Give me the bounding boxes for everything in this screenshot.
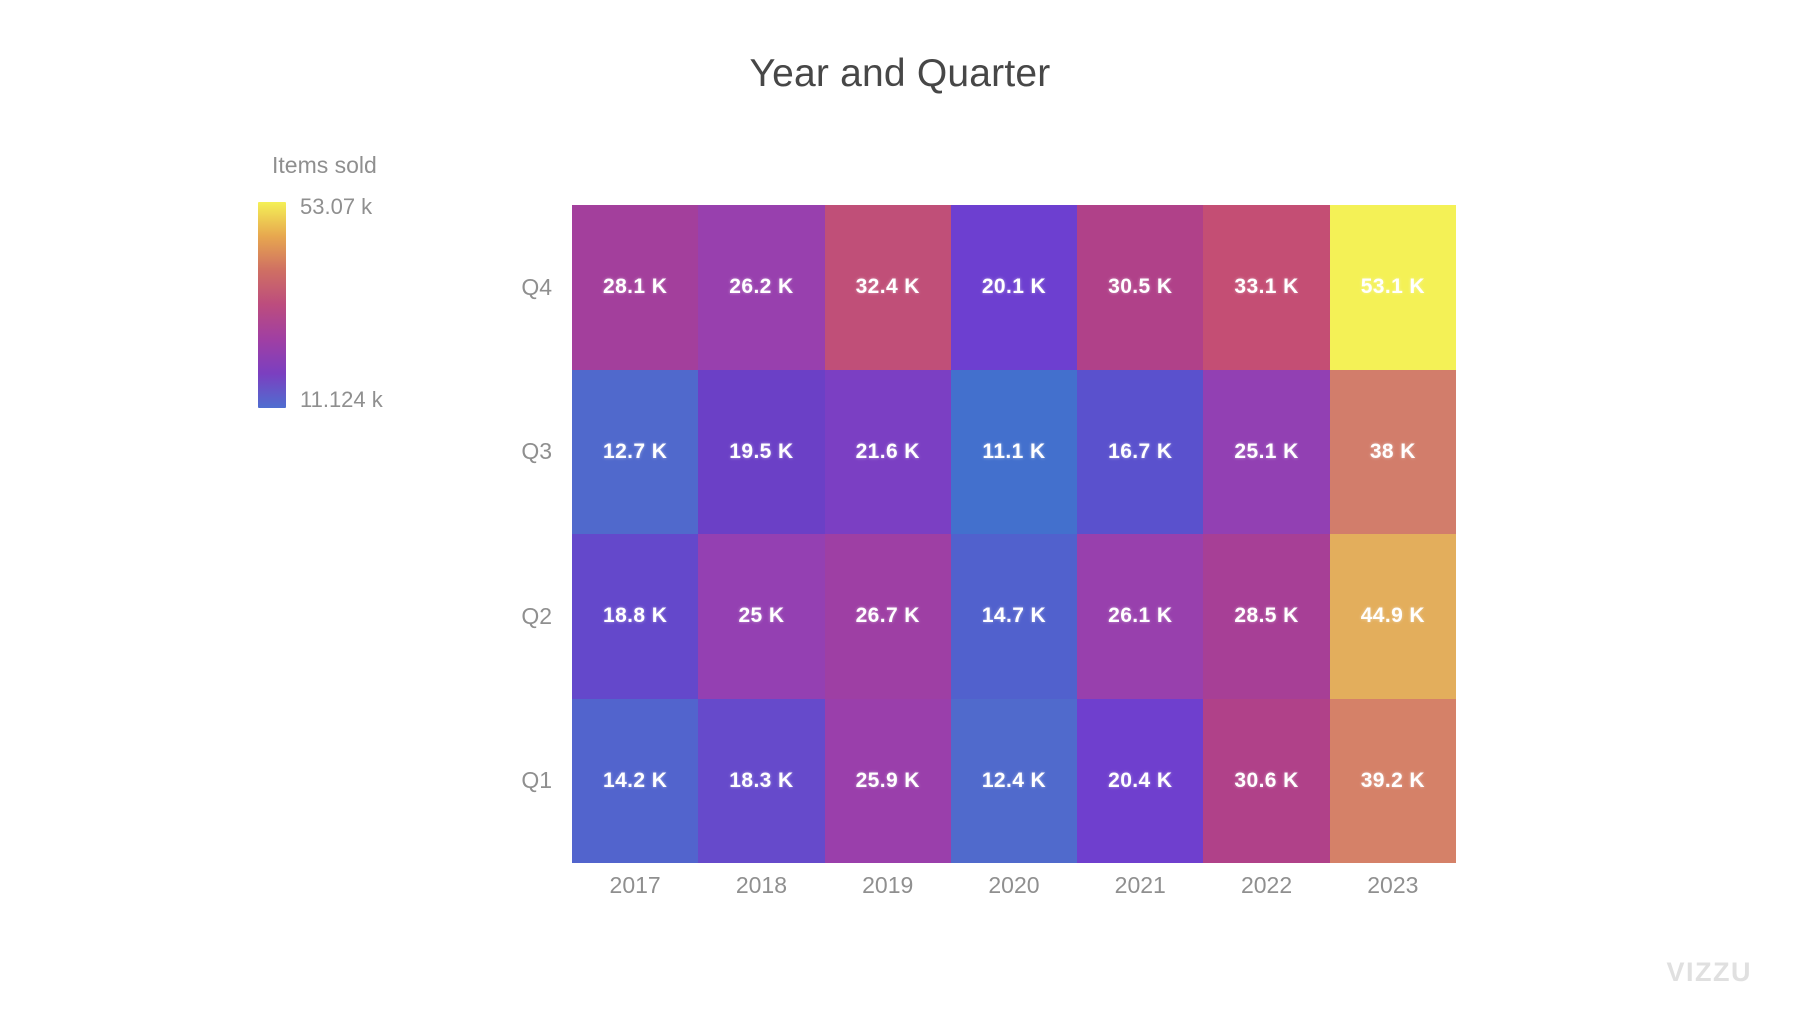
heatmap-cell[interactable]: 20.4 K (1077, 698, 1204, 863)
x-axis-tick: 2018 (735, 872, 787, 898)
heatmap-cell[interactable]: 30.6 K (1203, 698, 1330, 863)
heatmap-cell[interactable]: 33.1 K (1203, 205, 1330, 370)
heatmap-cell-label: 44.9 K (1360, 604, 1425, 628)
x-axis-tick: 2023 (1367, 872, 1419, 898)
vizzu-watermark: VIZZU (1666, 957, 1752, 987)
heatmap-cell-label: 12.7 K (603, 439, 668, 463)
heatmap-row: 12.7 K 19.5 K 21.6 K 11.1 K 16.7 K 25.1 K 38 K (572, 369, 1456, 534)
legend-gradient-bar (258, 202, 286, 408)
heatmap-cell-label: 26.7 K (855, 604, 920, 628)
heatmap-cell-label: 39.2 K (1360, 768, 1425, 792)
y-axis-tick: Q3 (521, 438, 552, 465)
heatmap-cell-label: 30.5 K (1108, 275, 1173, 299)
heatmap-cell[interactable]: 19.5 K (698, 369, 825, 534)
heatmap-cell-label: 25 K (738, 604, 785, 628)
heatmap-cell-label: 12.4 K (981, 768, 1047, 792)
heatmap-cell[interactable]: 30.5 K (1077, 205, 1204, 370)
heatmap-cell[interactable]: 26.7 K (824, 534, 951, 699)
heatmap-cell[interactable]: 12.7 K (572, 369, 699, 534)
heatmap-plot-area: 28.1 K 26.2 K 32.4 K 20.1 K 30.5 K 33.1 K 53.1… (572, 205, 1456, 863)
heatmap-cell[interactable]: 44.9 K (1329, 534, 1456, 699)
heatmap-cell[interactable]: 14.2 K (572, 698, 699, 863)
heatmap-cell[interactable]: 28.1 K (572, 205, 699, 370)
heatmap-cell-label: 28.5 K (1234, 604, 1299, 628)
x-axis: 2017 2018 2019 2020 2021 2022 2023 (572, 872, 1456, 899)
heatmap-cell[interactable]: 32.4 K (824, 205, 951, 370)
heatmap-cell-label: 30.6 K (1234, 768, 1299, 792)
x-axis-tick: 2022 (1240, 872, 1293, 898)
heatmap-cell[interactable]: 28.5 K (1203, 534, 1330, 699)
x-axis-tick: 2021 (1114, 872, 1166, 898)
heatmap-cell[interactable]: 16.7 K (1077, 369, 1204, 534)
page-title: Year and Quarter (749, 52, 1051, 95)
heatmap-cell-label: 18.8 K (603, 604, 668, 628)
heatmap-cell-label: 26.1 K (1108, 604, 1173, 628)
heatmap-cell[interactable]: 38 K (1329, 369, 1456, 534)
heatmap-cell-label: 14.2 K (603, 768, 668, 792)
heatmap-cell-label: 16.7 K (1108, 439, 1173, 463)
heatmap-cell[interactable]: 53.1 K (1329, 205, 1456, 370)
legend-title: Items sold (272, 152, 377, 178)
heatmap-cell-label: 18.3 K (729, 768, 794, 792)
heatmap-cell[interactable]: 20.1 K (950, 205, 1078, 370)
y-axis-tick: Q1 (521, 767, 552, 794)
heatmap-cell[interactable]: 11.1 K (950, 369, 1078, 534)
heatmap-row: 28.1 K 26.2 K 32.4 K 20.1 K 30.5 K 33.1 K 53.1… (572, 205, 1456, 370)
heatmap-cell-label: 20.4 K (1108, 768, 1173, 792)
heatmap-cell-label: 32.4 K (855, 275, 920, 299)
y-axis-tick: Q4 (521, 273, 552, 300)
legend-min-value: 11.124 k (300, 387, 383, 412)
heatmap-cell-label: 19.5 K (729, 439, 794, 463)
heatmap-cell-label: 53.1 K (1360, 275, 1425, 299)
x-axis-tick: 2020 (988, 872, 1040, 898)
heatmap-cell[interactable]: 12.4 K (950, 698, 1078, 863)
x-axis-tick: 2017 (609, 872, 661, 898)
heatmap-cell[interactable]: 25 K (698, 534, 825, 699)
heatmap-cell-label: 14.7 K (981, 604, 1047, 628)
x-axis-tick: 2019 (862, 872, 914, 898)
heatmap-cell[interactable]: 14.7 K (950, 534, 1078, 699)
heatmap-cell-label: 11.1 K (982, 439, 1046, 463)
heatmap-cell-label: 25.1 K (1234, 439, 1299, 463)
heatmap-row: 14.2 K 18.3 K 25.9 K 12.4 K 20.4 K 30.6 K 39.2… (572, 698, 1456, 863)
heatmap-cell[interactable]: 21.6 K (824, 369, 951, 534)
heatmap-cell[interactable]: 26.2 K (698, 205, 825, 370)
heatmap-cell[interactable]: 18.8 K (572, 534, 699, 699)
heatmap-cell-label: 26.2 K (729, 275, 794, 299)
heatmap-cell-label: 21.6 K (855, 439, 920, 463)
heatmap-cell-label: 33.1 K (1234, 275, 1299, 299)
y-axis: Q4 Q3 Q2 Q1 (460, 205, 552, 863)
heatmap-row: 18.8 K 25 K 26.7 K 14.7 K 26.1 K 28.5 K 44.9 K (572, 534, 1456, 699)
heatmap-cell[interactable]: 18.3 K (698, 698, 825, 863)
heatmap-cell-label: 25.9 K (855, 768, 920, 792)
heatmap-cell[interactable]: 25.9 K (824, 698, 951, 863)
y-axis-tick: Q2 (521, 602, 552, 629)
heatmap-cell-label: 38 K (1369, 439, 1416, 463)
heatmap-cell[interactable]: 39.2 K (1329, 698, 1456, 863)
heatmap-cell[interactable]: 26.1 K (1077, 534, 1204, 699)
heatmap-cell-label: 20.1 K (981, 275, 1047, 299)
legend-max-value: 53.07 k (300, 194, 373, 219)
heatmap-cell[interactable]: 25.1 K (1203, 369, 1330, 534)
heatmap-cell-label: 28.1 K (603, 275, 668, 299)
